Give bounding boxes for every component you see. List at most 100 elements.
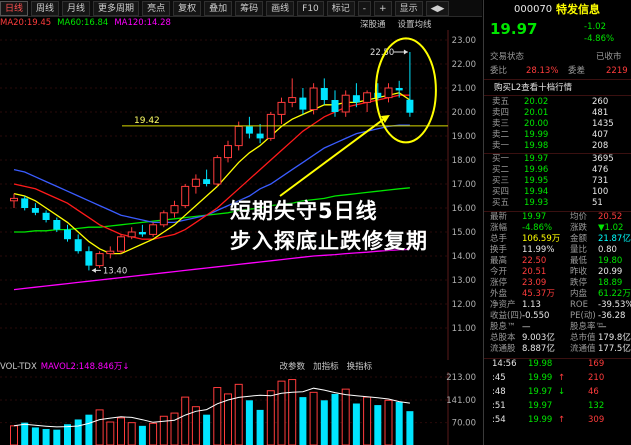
- candle[interactable]: [245, 116, 253, 139]
- price-axis-label: 13.00: [452, 276, 476, 286]
- chart-setting-0[interactable]: 深股通: [360, 20, 386, 30]
- candle[interactable]: [341, 90, 350, 117]
- candle[interactable]: [224, 140, 232, 163]
- candle[interactable]: [106, 246, 115, 259]
- bid-price: 19.93: [524, 198, 549, 208]
- toolbar-button-5[interactable]: F10: [297, 0, 324, 16]
- toolbar-button-4[interactable]: 画线: [266, 0, 295, 16]
- candle[interactable]: [10, 193, 18, 208]
- candle-body: [245, 126, 253, 134]
- stat-label-2: 跌停: [570, 278, 588, 288]
- candle-body: [42, 212, 50, 220]
- ask-vol: 407: [592, 130, 609, 140]
- candle[interactable]: [203, 169, 211, 187]
- ask-vol: 260: [592, 97, 609, 107]
- volume-bar: [85, 414, 93, 445]
- candle[interactable]: [117, 234, 125, 254]
- ask-vol: 481: [592, 108, 609, 118]
- ask-price: 20.00: [524, 119, 549, 129]
- toolbar-button-9[interactable]: 显示: [394, 0, 423, 16]
- stat-value: 1.13: [522, 300, 541, 310]
- toolbar-button-7[interactable]: -: [357, 0, 372, 16]
- candle-body: [384, 87, 393, 99]
- candle-body: [74, 239, 82, 252]
- candle-body: [203, 179, 211, 184]
- candle[interactable]: [64, 224, 71, 242]
- chart-setting-1[interactable]: 设置均线: [398, 20, 432, 30]
- volume-action-1[interactable]: 加指标: [313, 362, 339, 372]
- candle[interactable]: [31, 203, 39, 216]
- stat-value: -0.550: [522, 311, 550, 321]
- stat-label-2: 均价: [570, 212, 588, 222]
- candle[interactable]: [406, 52, 414, 117]
- candle[interactable]: [74, 234, 82, 254]
- candle[interactable]: [21, 196, 29, 211]
- candle[interactable]: [149, 222, 158, 237]
- candle[interactable]: [363, 90, 372, 112]
- stat-row: 涨停 23.09 跌停 18.89: [484, 278, 631, 289]
- volume-action-2[interactable]: 换指标: [347, 362, 373, 372]
- stat-label: 净资产: [490, 300, 516, 310]
- candle-body: [181, 185, 190, 207]
- toolbar-button-10[interactable]: ◀▶: [425, 0, 450, 16]
- candle-body: [224, 145, 232, 159]
- candle[interactable]: [85, 246, 93, 271]
- price-axis-label: 22.00: [452, 60, 476, 70]
- status-row: 交易状态 已收市: [484, 52, 631, 63]
- toolbar-button-8[interactable]: +: [374, 0, 392, 16]
- toolbar-button-0[interactable]: 亮点: [142, 0, 171, 16]
- candlestick-chart[interactable]: 23.00 22.00 21.00 20.00 19.00 18.00 17.00 16.00…: [0, 30, 480, 360]
- tick-arrow: ↓: [558, 387, 566, 397]
- stat-value: 19.97: [522, 212, 547, 222]
- bid-price: 19.97: [524, 154, 549, 164]
- candle[interactable]: [288, 78, 297, 108]
- volume-action-0[interactable]: 改参数: [280, 362, 306, 372]
- candle[interactable]: [181, 184, 190, 208]
- period-tab-1[interactable]: 周线: [31, 0, 60, 16]
- volume-bar: [10, 425, 18, 445]
- l2-row[interactable]: 购买L2查看十档行情: [484, 83, 631, 94]
- candle[interactable]: [309, 83, 318, 115]
- period-tab-2[interactable]: 月线: [62, 0, 91, 16]
- toolbar-button-6[interactable]: 标记: [326, 0, 355, 16]
- volume-bar: [234, 383, 243, 445]
- bid-label: 买一: [492, 154, 510, 164]
- chart-settings: 深股通 设置均线: [360, 18, 444, 30]
- stat-label: 最新: [490, 212, 508, 222]
- period-tab-0[interactable]: 日线: [0, 0, 29, 16]
- candle[interactable]: [256, 124, 264, 144]
- candle-body: [64, 229, 71, 240]
- price-axis-label: 15.00: [452, 228, 476, 238]
- stat-label-2: 昨收: [570, 267, 588, 277]
- period-tab-3[interactable]: 更多周期: [93, 0, 140, 16]
- ask-row: 卖三 20.00 1435: [484, 119, 631, 130]
- candle[interactable]: [320, 78, 328, 105]
- candle-body: [53, 220, 61, 230]
- stat-label-2: 流通值: [570, 344, 596, 354]
- volume-indicator-name[interactable]: VOL-TDX: [0, 362, 37, 372]
- candle[interactable]: [277, 97, 286, 124]
- stat-value-2: 0.80: [598, 245, 617, 255]
- candle[interactable]: [299, 88, 307, 115]
- bid-label: 买四: [492, 187, 510, 197]
- toolbar-button-3[interactable]: 筹码: [235, 0, 264, 16]
- ask-label: 卖五: [492, 97, 510, 107]
- weibi-row: 委比 28.13% 委差 2219: [484, 66, 631, 77]
- price-change-pct: -4.86%: [584, 34, 615, 44]
- candle[interactable]: [170, 200, 179, 218]
- tick-arrow: ↑: [558, 415, 566, 425]
- candle[interactable]: [213, 155, 222, 187]
- support-label: 19.42: [134, 116, 160, 126]
- candle[interactable]: [191, 174, 200, 194]
- toolbar-button-1[interactable]: 复权: [173, 0, 202, 16]
- volume-chart[interactable]: 213.00 141.00 70.00: [0, 372, 480, 445]
- tick-row: 14:56 19.98 169: [484, 359, 631, 370]
- candle[interactable]: [42, 210, 50, 223]
- candle[interactable]: [384, 83, 393, 103]
- candle[interactable]: [159, 210, 168, 228]
- candle[interactable]: [138, 224, 146, 237]
- tick-row: :51 19.97 132: [484, 401, 631, 412]
- toolbar-button-2[interactable]: 叠加: [204, 0, 233, 16]
- stat-value: 106.59万: [522, 234, 561, 244]
- annotation-line-1: 短期失守5日线: [230, 199, 378, 223]
